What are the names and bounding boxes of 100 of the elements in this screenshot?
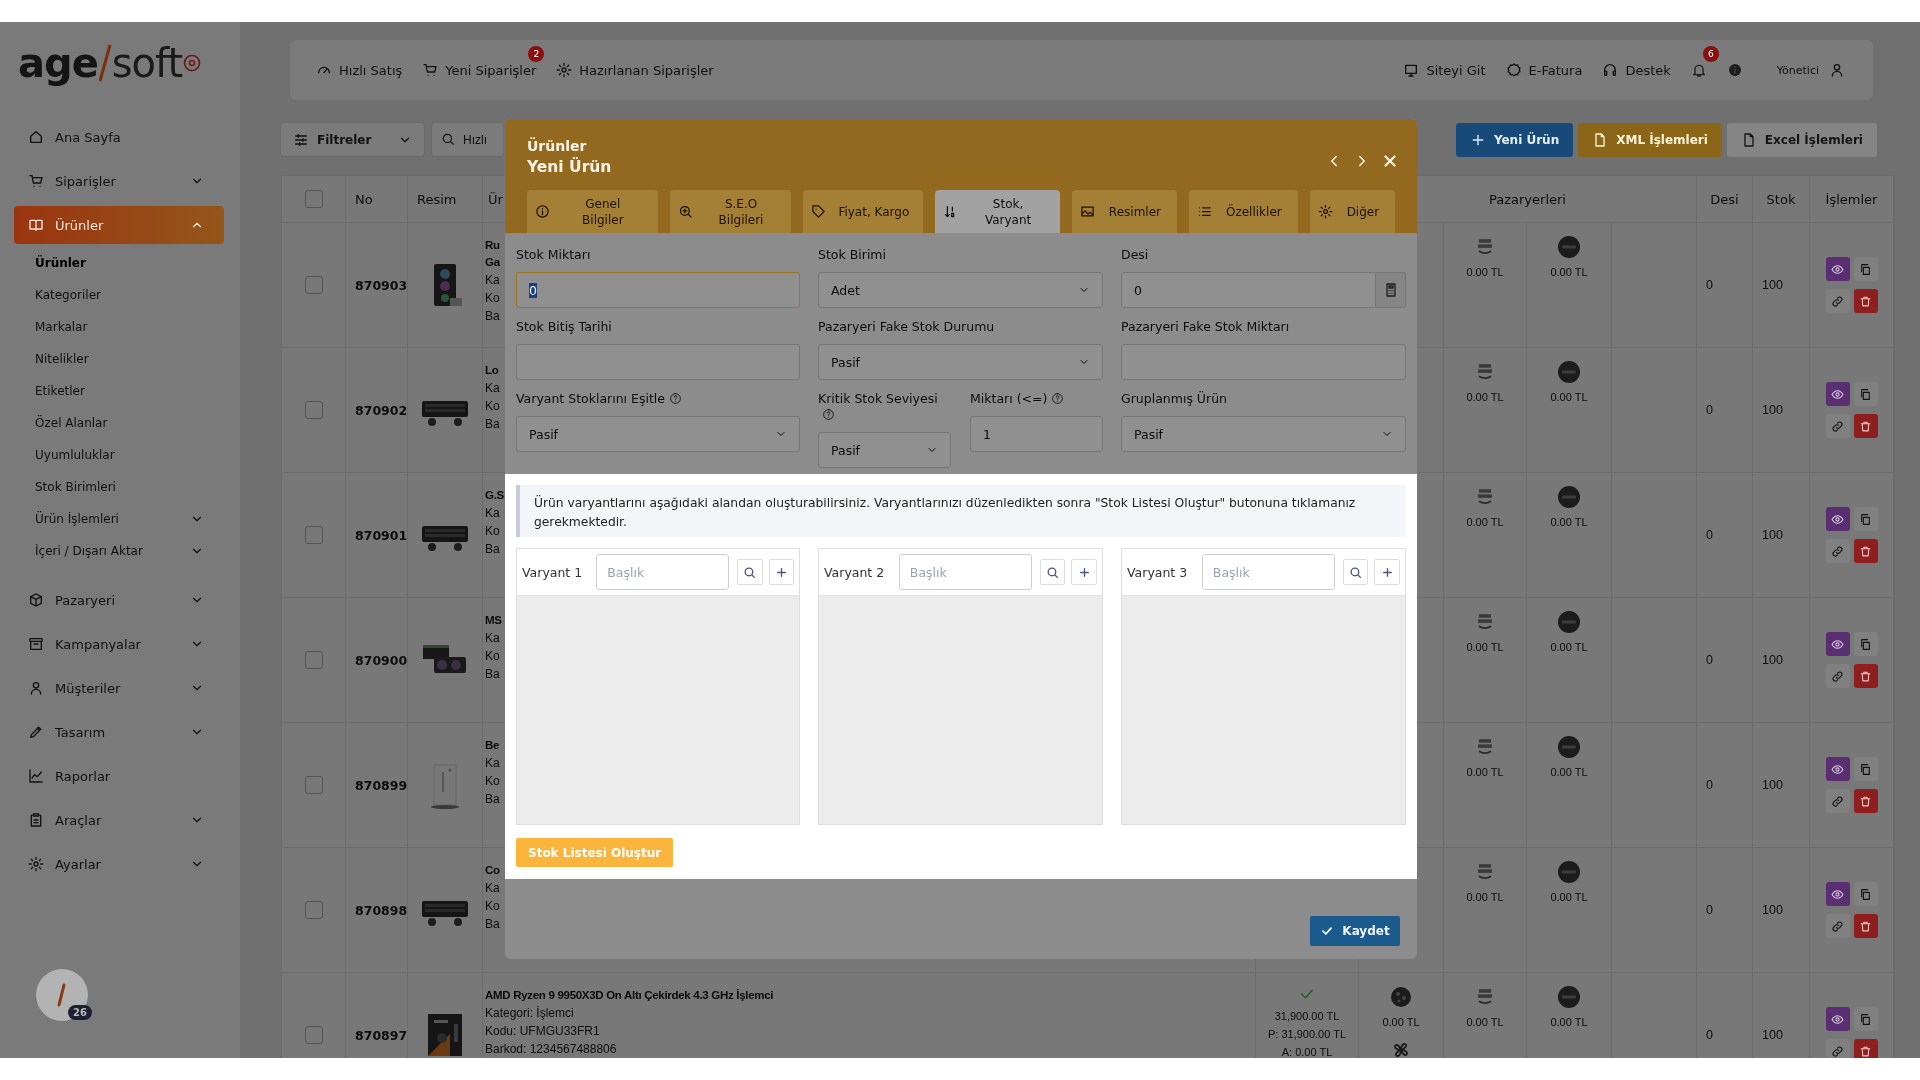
checkbox[interactable] bbox=[304, 526, 323, 544]
search-button[interactable] bbox=[737, 559, 763, 585]
copy-button[interactable] bbox=[1853, 757, 1878, 781]
input-field[interactable] bbox=[1121, 344, 1406, 380]
nav-item[interactable]: Araçlar bbox=[0, 798, 240, 842]
nav-link[interactable]: Siteyi Git bbox=[1403, 62, 1486, 78]
nav-link[interactable]: Destek bbox=[1602, 62, 1671, 78]
add-button[interactable] bbox=[1071, 559, 1097, 585]
calculator-button[interactable] bbox=[1376, 272, 1406, 308]
view-button[interactable] bbox=[1825, 632, 1850, 656]
nav-subitem[interactable]: Özel Alanlar bbox=[0, 407, 240, 439]
column-header[interactable]: Ür bbox=[488, 191, 503, 207]
nav-subitem[interactable]: Ürünler bbox=[0, 247, 240, 279]
checkbox[interactable] bbox=[304, 401, 323, 419]
view-button[interactable] bbox=[1825, 257, 1850, 281]
tab[interactable]: Fiyat, Kargo bbox=[803, 190, 924, 233]
excel-button[interactable]: Excel İşlemleri bbox=[1726, 122, 1877, 157]
xml-button[interactable]: XML İşlemleri bbox=[1578, 122, 1722, 157]
tab[interactable]: Stok, Varyant bbox=[935, 190, 1060, 233]
title-input[interactable]: Başlık bbox=[596, 554, 730, 590]
link-button[interactable] bbox=[1825, 1039, 1850, 1058]
nav-subitem[interactable]: Stok Birimleri bbox=[0, 471, 240, 503]
info-icon[interactable] bbox=[1726, 62, 1743, 78]
input-field[interactable]: 1 bbox=[970, 416, 1103, 452]
product-name[interactable]: AMD Ryzen 9 9950X3D On Altı Çekirdek 4.3 GHz İşlemci bbox=[485, 987, 774, 1004]
link-button[interactable] bbox=[1825, 914, 1850, 938]
title-input[interactable]: Başlık bbox=[1201, 554, 1335, 590]
user-menu[interactable]: Yönetici bbox=[1776, 62, 1845, 78]
nav-link[interactable]: Yeni Siparişler bbox=[422, 62, 537, 78]
link-button[interactable] bbox=[1825, 789, 1850, 813]
delete-button[interactable] bbox=[1853, 914, 1878, 938]
title-input[interactable]: Başlık bbox=[898, 554, 1032, 590]
link-button[interactable] bbox=[1825, 539, 1850, 563]
nav-subitem[interactable]: Uyumluluklar bbox=[0, 439, 240, 471]
product-name[interactable]: Ru bbox=[485, 237, 500, 254]
filter-button[interactable]: Filtreler bbox=[280, 122, 425, 157]
copy-button[interactable] bbox=[1853, 632, 1878, 656]
add-button[interactable]: Yeni Ürün bbox=[1455, 122, 1574, 157]
copy-button[interactable] bbox=[1853, 382, 1878, 406]
column-header[interactable]: İşlemler bbox=[1825, 191, 1878, 207]
add-button[interactable] bbox=[1374, 559, 1400, 585]
nav-item[interactable]: Raporlar bbox=[0, 754, 240, 798]
nav-item[interactable]: Kampanyalar bbox=[0, 622, 240, 666]
nav-subitem[interactable]: İçeri / Dışarı Aktar bbox=[0, 535, 240, 567]
product-name[interactable]: MS bbox=[485, 612, 502, 629]
column-header[interactable]: Desi bbox=[1710, 191, 1739, 207]
input-field[interactable]: 0 bbox=[516, 272, 800, 308]
copy-button[interactable] bbox=[1853, 1007, 1878, 1031]
search-button[interactable] bbox=[1039, 559, 1066, 585]
copy-button[interactable] bbox=[1853, 507, 1878, 531]
nav-link[interactable]: Hazırlanan Siparişler bbox=[556, 62, 714, 78]
link-button[interactable] bbox=[1825, 289, 1850, 313]
select-field[interactable]: Pasif bbox=[818, 344, 1103, 380]
select-field[interactable]: Adet bbox=[818, 272, 1103, 308]
view-button[interactable] bbox=[1825, 382, 1850, 406]
tab[interactable]: Genel Bilgiler bbox=[527, 190, 658, 233]
nav-link[interactable]: Hızlı Satış bbox=[316, 62, 403, 78]
nav-subitem[interactable]: Markalar bbox=[0, 311, 240, 343]
select-field[interactable]: Pasif bbox=[818, 432, 951, 468]
nav-item[interactable]: Müşteriler bbox=[0, 666, 240, 710]
search-field[interactable]: Hızlı bbox=[431, 122, 503, 157]
column-header[interactable]: Stok bbox=[1766, 191, 1796, 207]
nav-subitem[interactable]: Ürün İşlemleri bbox=[0, 503, 240, 535]
nav-item[interactable]: Ayarlar bbox=[0, 842, 240, 886]
tab[interactable]: Resimler bbox=[1071, 190, 1177, 233]
product-name[interactable]: G.S bbox=[485, 487, 504, 504]
view-button[interactable] bbox=[1825, 757, 1850, 781]
target-icon[interactable] bbox=[182, 52, 203, 73]
search-button[interactable] bbox=[1342, 559, 1369, 585]
nav-subitem[interactable]: Nitelikler bbox=[0, 343, 240, 375]
add-button[interactable] bbox=[768, 559, 794, 585]
tab[interactable]: Özellikler bbox=[1188, 190, 1298, 233]
nav-subitem[interactable]: Etiketler bbox=[0, 375, 240, 407]
column-header[interactable]: No bbox=[355, 191, 373, 207]
product-name[interactable]: Ga bbox=[485, 254, 500, 271]
bell-icon[interactable] bbox=[1690, 62, 1707, 78]
column-header[interactable]: Pazaryerleri bbox=[1489, 191, 1566, 207]
nav-item[interactable]: Ürünler bbox=[14, 206, 224, 244]
product-name[interactable]: Co bbox=[485, 862, 500, 879]
tab[interactable]: Diğer bbox=[1309, 190, 1395, 233]
copy-button[interactable] bbox=[1853, 257, 1878, 281]
delete-button[interactable] bbox=[1853, 1039, 1878, 1058]
checkbox[interactable] bbox=[304, 651, 323, 669]
copy-button[interactable] bbox=[1853, 882, 1878, 906]
view-button[interactable] bbox=[1825, 507, 1850, 531]
checkbox[interactable] bbox=[304, 1026, 323, 1044]
nav-item[interactable]: Tasarım bbox=[0, 710, 240, 754]
select-field[interactable]: Pasif bbox=[1121, 416, 1406, 452]
nav-item[interactable]: Pazaryeri bbox=[0, 578, 240, 622]
link-button[interactable] bbox=[1825, 664, 1850, 688]
select-field[interactable]: Pasif bbox=[516, 416, 800, 452]
tab[interactable]: S.E.O Bilgileri bbox=[669, 190, 792, 233]
input-field[interactable]: 0 bbox=[1121, 272, 1376, 308]
view-button[interactable] bbox=[1825, 882, 1850, 906]
product-name[interactable]: Lo bbox=[485, 362, 499, 379]
nav-link[interactable]: E-Fatura bbox=[1505, 62, 1583, 78]
avatar[interactable] bbox=[36, 969, 88, 1021]
delete-button[interactable] bbox=[1853, 289, 1878, 313]
link-button[interactable] bbox=[1825, 414, 1850, 438]
save-button[interactable]: Kaydet bbox=[1310, 916, 1400, 946]
